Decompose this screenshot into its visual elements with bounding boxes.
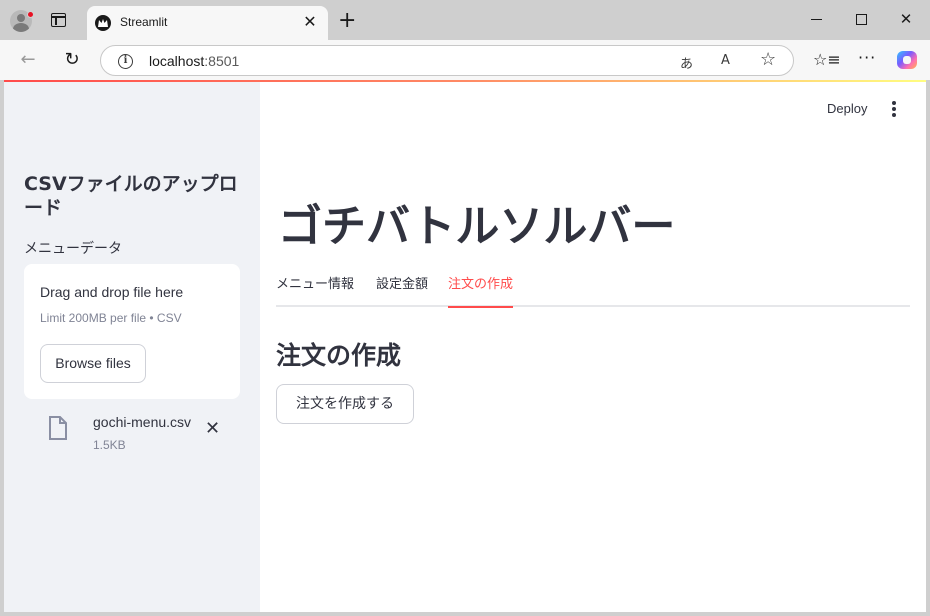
browse-files-button[interactable]: Browse files	[40, 344, 146, 383]
url-port: :8501	[204, 53, 240, 69]
window-close-icon[interactable]: ✕	[896, 8, 916, 28]
tab-bar: メニュー情報 設定金額 注文の作成	[276, 274, 910, 308]
address-bar[interactable]: i localhost:8501 あ A ☆	[100, 45, 794, 76]
new-tab-icon[interactable]: +	[338, 10, 356, 32]
favorites-icon[interactable]: ☆≡	[813, 50, 841, 69]
file-icon	[49, 416, 67, 440]
read-aloud-icon[interactable]: A	[721, 53, 730, 68]
deploy-button[interactable]: Deploy	[827, 101, 867, 116]
streamlit-favicon-icon	[95, 15, 111, 31]
file-size: 1.5KB	[93, 438, 126, 452]
window-maximize-icon[interactable]	[851, 8, 871, 28]
tab-actions-icon[interactable]	[51, 13, 66, 27]
browser-toolbar: ← ↻ i localhost:8501 あ A ☆ ☆≡ ···	[0, 40, 930, 80]
uploaded-file-item: gochi-menu.csv 1.5KB ✕	[24, 408, 240, 454]
page-title: ゴチバトルソルバー	[278, 201, 676, 252]
tab-menu-info[interactable]: メニュー情報	[276, 274, 354, 307]
back-arrow-icon[interactable]: ←	[18, 50, 38, 70]
site-info-icon[interactable]: i	[118, 54, 133, 69]
main-content: Deploy ゴチバトルソルバー メニュー情報 設定金額 注文の作成 注文の作成…	[260, 82, 926, 612]
profile-notification-dot	[27, 11, 34, 18]
browser-window: Streamlit ✕ + ✕ ← ↻ i localhost:8501 あ A…	[0, 0, 930, 616]
tab-close-icon[interactable]: ✕	[302, 14, 318, 30]
remove-file-icon[interactable]: ✕	[205, 418, 220, 439]
tab-create-order[interactable]: 注文の作成	[448, 274, 514, 308]
dropzone-limits: Limit 200MB per file • CSV	[40, 311, 182, 325]
tab-setting-amount[interactable]: 設定金額	[376, 274, 428, 307]
url-text[interactable]: localhost:8501	[149, 53, 239, 69]
more-menu-icon[interactable]: ···	[858, 48, 876, 67]
tab-title: Streamlit	[120, 15, 168, 29]
window-minimize-icon[interactable]	[807, 8, 827, 28]
dropzone-instructions: Drag and drop file here	[40, 284, 184, 300]
refresh-icon[interactable]: ↻	[62, 50, 82, 70]
uploader-label: メニューデータ	[24, 241, 122, 257]
file-name: gochi-menu.csv	[93, 414, 192, 430]
browser-tab[interactable]: Streamlit ✕	[87, 6, 328, 40]
url-host: localhost	[149, 53, 205, 69]
favorite-star-icon[interactable]: ☆	[760, 49, 776, 70]
sidebar-title: CSVファイルのアップロード	[24, 173, 238, 219]
create-order-button[interactable]: 注文を作成する	[276, 384, 414, 424]
tab-strip: Streamlit ✕ + ✕	[0, 0, 930, 40]
page-viewport: CSVファイルのアップロード メニューデータ Drag and drop fil…	[4, 80, 926, 612]
section-title: 注文の作成	[276, 341, 402, 370]
copilot-icon[interactable]	[897, 51, 917, 69]
sidebar: CSVファイルのアップロード メニューデータ Drag and drop fil…	[4, 82, 260, 612]
translate-icon[interactable]: あ	[680, 53, 693, 72]
file-dropzone[interactable]: Drag and drop file here Limit 200MB per …	[24, 264, 240, 399]
main-menu-icon[interactable]	[887, 100, 901, 118]
